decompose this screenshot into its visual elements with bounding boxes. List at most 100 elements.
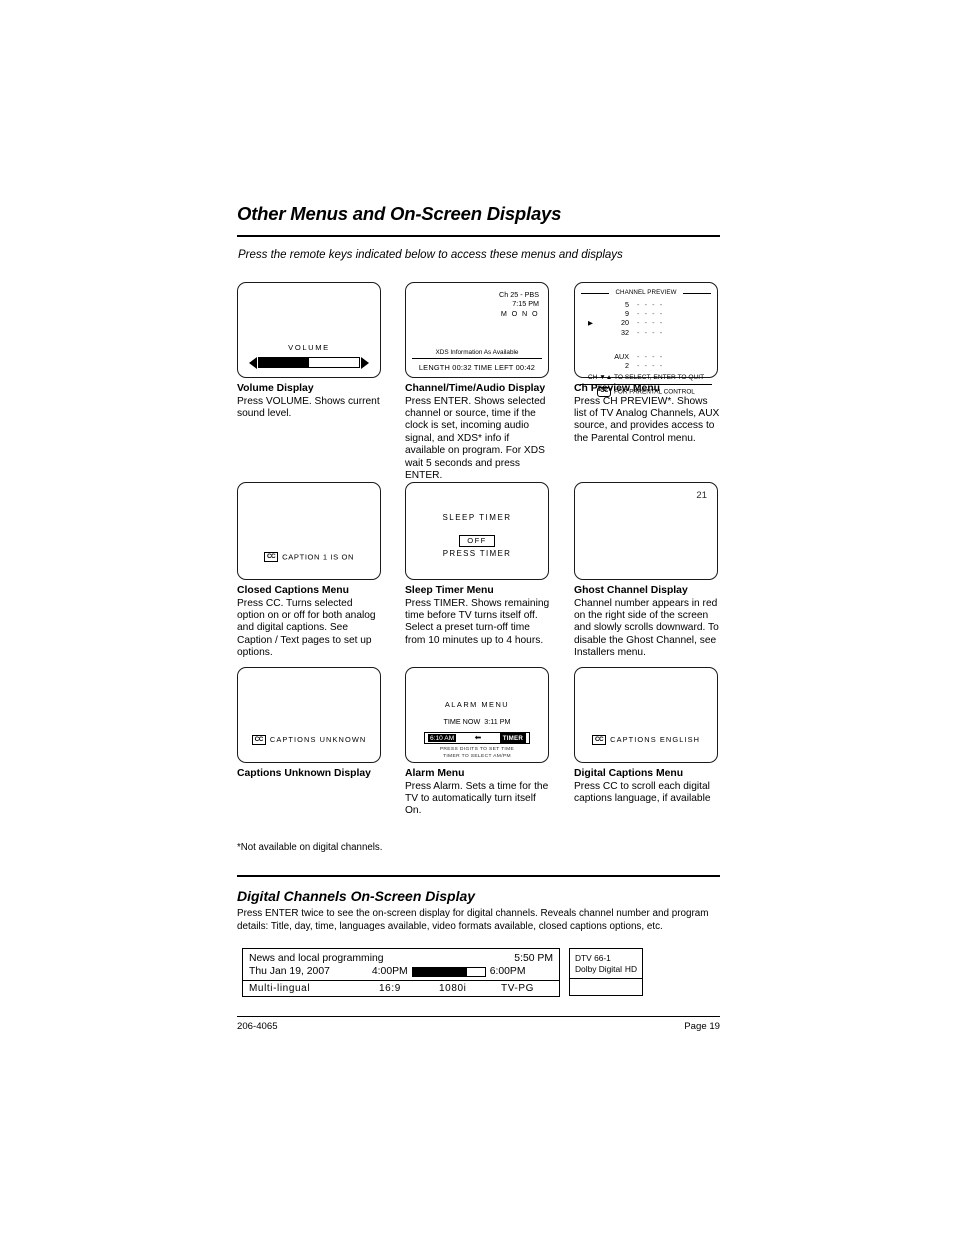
section2-title: Digital Channels On-Screen Display	[237, 888, 476, 904]
osd-progress-bar	[411, 966, 486, 977]
osd-side-empty-box	[569, 979, 643, 996]
volume-label: VOLUME	[288, 343, 330, 352]
list-item[interactable]: 32 - - - -	[575, 328, 717, 337]
tv-screen-digital-captions: CC CAPTIONS ENGLISH	[574, 667, 718, 763]
channel-dashes: - - - -	[637, 300, 664, 309]
panel-ch-preview: CHANNEL PREVIEW 5 - - - - 9 - - - - ▶ 20…	[574, 282, 720, 445]
document-number: 206-4065	[237, 1021, 278, 1032]
left-arrow-icon	[249, 356, 257, 369]
volume-track[interactable]	[258, 357, 360, 368]
footnote: *Not available on digital channels.	[237, 842, 383, 853]
panel-captions-unknown: CC CAPTIONS UNKNOWN Captions Unknown Disp…	[237, 667, 383, 781]
alarm-menu-title: ALARM MENU	[444, 700, 510, 709]
volume-bar[interactable]	[249, 356, 369, 369]
manual-page: Other Menus and On-Screen Displays Press…	[237, 0, 720, 1235]
channel-number: 9	[625, 309, 629, 319]
channel-number: 20	[621, 318, 629, 328]
list-item[interactable]: 9 - - - -	[575, 309, 717, 318]
xds-info: XDS Information As Available	[435, 349, 519, 356]
channel-dashes: - - - -	[637, 352, 664, 361]
osd-rating: TV-PG	[501, 983, 535, 994]
program-length-info: LENGTH 00:32 TIME LEFT 00:42	[418, 363, 536, 372]
osd-resolution: 1080i	[439, 983, 467, 994]
page-title: Other Menus and On-Screen Displays	[237, 203, 562, 224]
osd-date: Thu Jan 19, 2007	[249, 966, 330, 977]
sleep-timer-value-wrap[interactable]: OFF	[406, 530, 548, 548]
audio-mode: M O N O	[500, 308, 539, 318]
channel-dashes: - - - -	[637, 309, 664, 319]
caption-body: Press CC to scroll each digital captions…	[574, 780, 711, 804]
channel-list: 5 - - - - 9 - - - - ▶ 20 - - - - 32 - - …	[575, 300, 717, 337]
cc-icon: CC	[251, 734, 266, 745]
channel-info: Ch 25 - PBS 7:15 PM M O N O	[499, 290, 539, 318]
alarm-time-row[interactable]: 6:10 AM ⬅ TIMER	[424, 732, 530, 744]
ghost-channel-number: 21	[696, 490, 707, 501]
parental-control-label: FOR PARENTAL CONTROL	[614, 388, 695, 396]
sleep-timer-title: SLEEP TIMER	[442, 513, 512, 522]
divider	[580, 384, 712, 386]
channel-dashes: - - - -	[637, 327, 664, 337]
caption-title: Digital Captions Menu	[574, 768, 684, 779]
tv-screen-ghost-channel: 21	[574, 482, 718, 580]
channel-time: 7:15 PM	[512, 299, 539, 309]
tv-screen-volume: VOLUME	[237, 282, 381, 378]
page-subtitle: Press the remote keys indicated below to…	[238, 249, 623, 261]
panel-row-1: VOLUME Volume Display Press VOLUME. Show…	[237, 282, 720, 482]
alarm-hint-2: TIMER TO SELECT AM/PM	[443, 754, 511, 759]
tv-screen-captions-unknown: CC CAPTIONS UNKNOWN	[237, 667, 381, 763]
channel-dashes: - - - -	[637, 361, 664, 371]
caption-body: Press ENTER. Shows selected channel or s…	[405, 395, 546, 481]
osd-channel-number: DTV 66-1	[575, 953, 611, 963]
osd-time-row: Thu Jan 19, 2007 4:00PM 6:00PM	[249, 966, 553, 977]
timer-button[interactable]: TIMER	[499, 733, 526, 743]
alarm-hint-1: PRESS DIGITS TO SET TIME	[439, 747, 515, 752]
tv-screen-sleep-timer: SLEEP TIMER OFF PRESS TIMER	[405, 482, 549, 580]
sleep-timer-value: OFF	[459, 534, 495, 547]
panel-closed-captions: CC CAPTION 1 IS ON Closed Captions Menu P…	[237, 482, 383, 660]
digital-osd: News and local programming 5:50 PM Thu J…	[242, 948, 643, 997]
channel-number: 32	[621, 327, 629, 337]
tv-screen-closed-captions: CC CAPTION 1 IS ON	[237, 482, 381, 580]
captions-unknown-status: CC CAPTIONS UNKNOWN	[238, 734, 380, 745]
panel-channel-time-audio: Ch 25 - PBS 7:15 PM M O N O XDS Informat…	[405, 282, 551, 482]
caption-body: Press TIMER. Shows remaining time before…	[405, 597, 550, 646]
panel-grid: VOLUME Volume Display Press VOLUME. Show…	[237, 282, 720, 837]
caption-title: Alarm Menu	[405, 768, 465, 779]
footer-divider	[237, 1016, 720, 1018]
panel-row-3: CC CAPTIONS UNKNOWN Captions Unknown Disp…	[237, 667, 720, 837]
volume-fill	[259, 358, 309, 367]
tv-screen-alarm-menu: ALARM MENU TIME NOW 3:11 PM 6:10 AM ⬅ TI…	[405, 667, 549, 763]
list-item-selected[interactable]: ▶ 20 - - - -	[575, 318, 717, 327]
panel-volume-display: VOLUME Volume Display Press VOLUME. Show…	[237, 282, 383, 420]
caption-body: Press CH PREVIEW*. Shows list of TV Anal…	[574, 395, 720, 444]
caption-title: Sleep Timer Menu	[405, 585, 494, 596]
channel-name: Ch 25 - PBS	[499, 290, 539, 299]
caption-status-label: CAPTION 1 IS ON	[282, 551, 355, 561]
alarm-time-value[interactable]: 6:10 AM	[428, 734, 457, 742]
time-now-value: 3:11 PM	[484, 717, 511, 726]
list-item[interactable]: 2 - - - -	[575, 361, 717, 370]
caption-title: Ghost Channel Display	[574, 585, 688, 596]
selection-pointer-icon: ▶	[588, 319, 593, 327]
section-divider	[237, 875, 720, 878]
list-item[interactable]: AUX - - - -	[575, 352, 717, 361]
osd-hd-badge: HD	[624, 964, 637, 974]
parental-control-hint: CC FOR PARENTAL CONTROL	[575, 387, 717, 397]
caption-title: Captions Unknown Display	[237, 768, 371, 779]
osd-details-box: Multi-lingual 16:9 1080i TV-PG	[242, 981, 560, 997]
channel-dashes: - - - -	[637, 318, 664, 328]
tv-screen-ch-preview: CHANNEL PREVIEW 5 - - - - 9 - - - - ▶ 20…	[574, 282, 718, 397]
caption-body: Press VOLUME. Shows current sound level.	[237, 395, 380, 419]
caption-body: Press CC. Turns selected option on or of…	[237, 597, 376, 659]
osd-current-time: 5:50 PM	[514, 953, 553, 964]
caption-title: Volume Display	[237, 383, 314, 394]
osd-end-time: 6:00PM	[489, 966, 526, 977]
list-item[interactable]: 5 - - - -	[575, 300, 717, 309]
alarm-time-now: TIME NOW 3:11 PM	[406, 717, 548, 726]
panel-digital-captions: CC CAPTIONS ENGLISH Digital Captions Menu…	[574, 667, 720, 805]
channel-number: 2	[625, 361, 629, 371]
caption-title: Closed Captions Menu	[237, 585, 349, 596]
osd-program-title: News and local programming	[249, 953, 384, 964]
aux-list: AUX - - - - 2 - - - -	[575, 352, 717, 370]
digital-captions-label: CAPTIONS ENGLISH	[610, 734, 701, 744]
